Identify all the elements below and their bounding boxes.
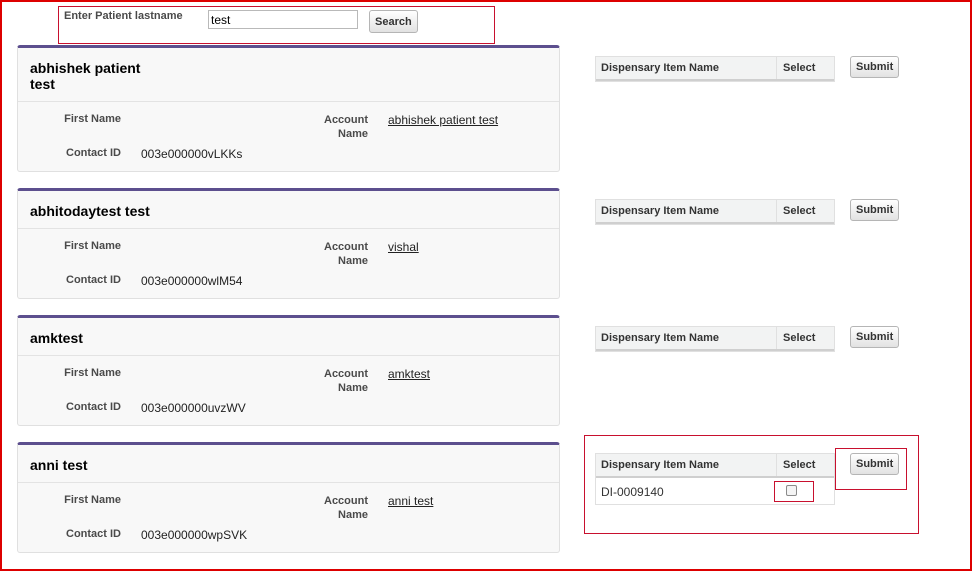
first-name-label: First Name — [64, 240, 121, 252]
contact-id-label: Contact ID — [66, 147, 121, 159]
patient-card: abhishek patient test First Name Account Nam… — [17, 45, 560, 172]
dispensary-table-header: Dispensary Item Name Select — [596, 200, 834, 224]
contact-id-label: Contact ID — [66, 274, 121, 286]
select-header: Select — [783, 62, 816, 74]
first-name-label: First Name — [64, 367, 121, 379]
submit-button[interactable]: Submit — [850, 326, 900, 348]
account-name-link[interactable]: anni test — [388, 494, 433, 508]
dispensary-item-name-header: Dispensary Item Name — [596, 327, 777, 349]
submit-highlight-box — [835, 448, 907, 490]
account-name-link[interactable]: abhishek patient test — [388, 113, 498, 127]
account-name-label: Account Name — [298, 240, 368, 268]
patient-name-line2: test — [30, 76, 55, 92]
first-name-label: First Name — [64, 494, 121, 506]
patient-name: abhishek patient test — [30, 60, 140, 92]
contact-id-value: 003e000000wpSVK — [141, 528, 248, 542]
patient-name-line1: anni test — [30, 457, 88, 473]
submit-button[interactable]: Submit — [850, 56, 900, 78]
account-name-label-line1: Account — [324, 368, 368, 380]
account-name-link[interactable]: vishal — [388, 240, 419, 254]
card-divider — [18, 355, 559, 356]
patient-name-line1: abhitodaytest test — [30, 203, 150, 219]
card-divider — [18, 228, 559, 229]
first-name-label: First Name — [64, 113, 121, 125]
dispensary-table: Dispensary Item Name Select — [595, 199, 835, 225]
select-header: Select — [783, 332, 816, 344]
card-divider — [18, 101, 559, 102]
contact-id-value: 003e000000uvzWV — [141, 401, 246, 415]
patient-card: anni test First Name Account Name anni test C… — [17, 442, 560, 553]
dispensary-table: Dispensary Item Name Select — [595, 326, 835, 352]
select-header: Select — [783, 205, 816, 217]
patient-name-line1: amktest — [30, 330, 83, 346]
account-name-label: Account Name — [298, 113, 368, 141]
dispensary-table-header: Dispensary Item Name Select — [596, 57, 834, 81]
dispensary-item-name-header: Dispensary Item Name — [596, 200, 777, 222]
card-divider — [18, 482, 559, 483]
account-name-label: Account Name — [298, 494, 368, 522]
patient-card: abhitodaytest test First Name Account Name v… — [17, 188, 560, 299]
dispensary-table: Dispensary Item Name Select — [595, 56, 835, 82]
patient-name-line1: abhishek patient — [30, 60, 141, 76]
account-name-label-line1: Account — [324, 114, 368, 126]
contact-id-value: 003e000000wlM54 — [141, 274, 243, 288]
patient-name: amktest — [30, 330, 83, 346]
account-name-label: Account Name — [298, 367, 368, 395]
contact-id-value: 003e000000vLKKs — [141, 147, 243, 161]
account-name-label-line2: Name — [338, 382, 368, 394]
select-highlight-box — [774, 481, 814, 502]
dispensary-table-header: Dispensary Item Name Select — [596, 327, 834, 351]
account-name-link[interactable]: amktest — [388, 367, 430, 381]
search-button[interactable]: Search — [369, 10, 418, 33]
dispensary-item-name-header: Dispensary Item Name — [596, 57, 777, 79]
account-name-label-line2: Name — [338, 509, 368, 521]
contact-id-label: Contact ID — [66, 401, 121, 413]
patient-lastname-input[interactable] — [208, 10, 358, 29]
submit-button[interactable]: Submit — [850, 199, 900, 221]
account-name-label-line2: Name — [338, 128, 368, 140]
account-name-label-line1: Account — [324, 241, 368, 253]
account-name-label-line1: Account — [324, 495, 368, 507]
patient-card: amktest First Name Account Name amktest Conta… — [17, 315, 560, 426]
patient-name: anni test — [30, 457, 88, 473]
patient-name: abhitodaytest test — [30, 203, 150, 219]
contact-id-label: Contact ID — [66, 528, 121, 540]
account-name-label-line2: Name — [338, 255, 368, 267]
search-label: Enter Patient lastname — [64, 10, 183, 22]
